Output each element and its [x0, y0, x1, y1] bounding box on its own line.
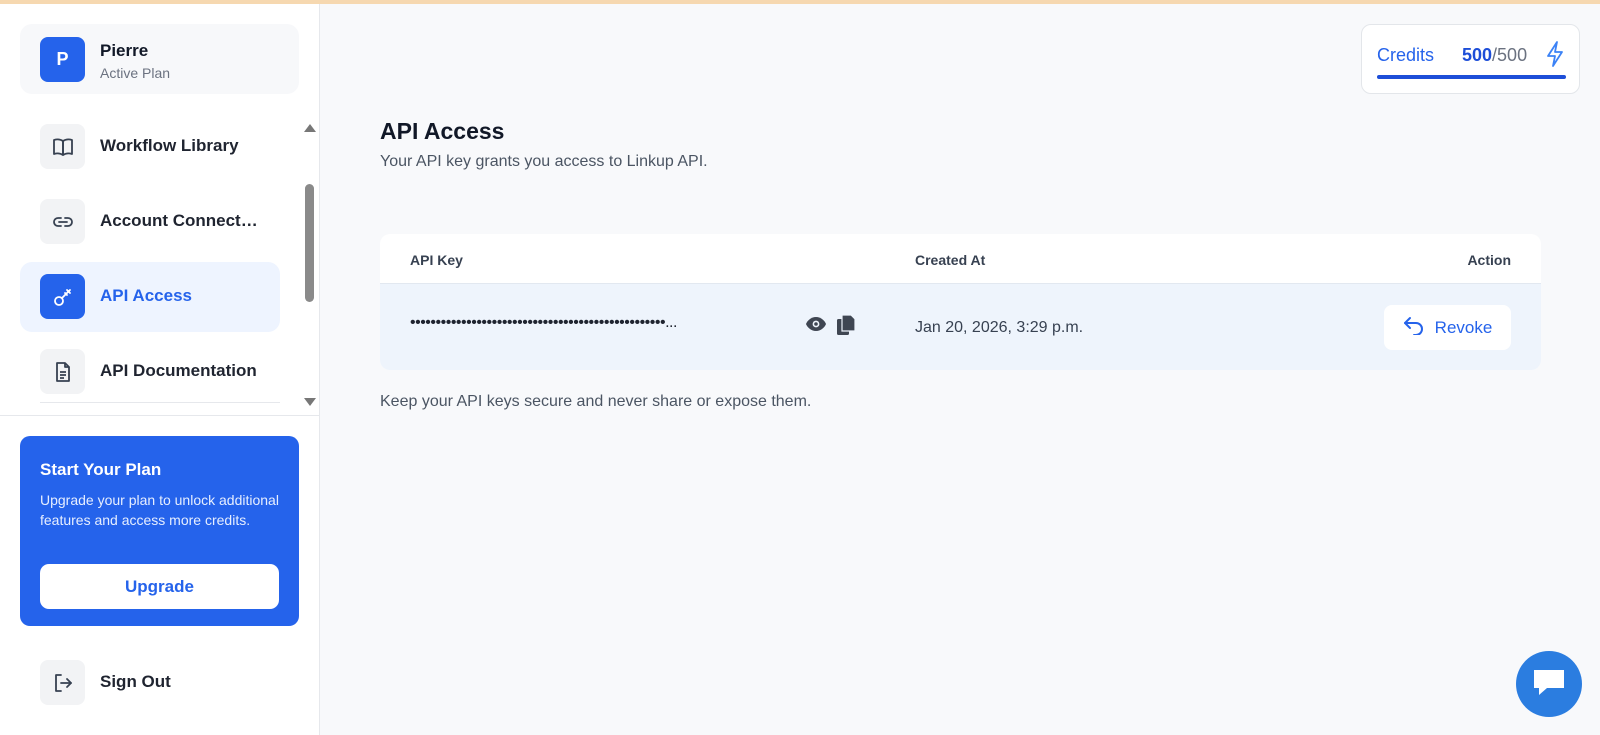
credits-widget[interactable]: Credits 500/500 [1361, 24, 1580, 94]
sidebar-item-label: API Documentation [100, 361, 257, 380]
credits-value: 500/500 [1462, 45, 1528, 65]
column-header-action: Action [1467, 252, 1511, 268]
eye-icon[interactable] [805, 316, 827, 337]
book-icon [40, 124, 85, 169]
scroll-up-arrow-icon[interactable] [304, 124, 316, 132]
credits-progress-fill [1377, 75, 1566, 79]
scrollbar-thumb[interactable] [305, 184, 314, 302]
lightning-icon [1545, 40, 1565, 73]
sidebar-item-account-connections[interactable]: Account Connections [20, 187, 280, 257]
sidebar-item-label: API Access [100, 286, 192, 305]
api-keys-table: API Key Created At Action ••••••••••••••… [380, 234, 1541, 370]
sidebar-nav: Workflow Library Account Connections API… [0, 110, 320, 412]
user-name: Pierre [100, 41, 149, 60]
copy-icon[interactable] [836, 314, 856, 341]
plan-description: Upgrade your plan to unlock additional f… [40, 492, 279, 528]
chat-widget-button[interactable] [1516, 651, 1582, 717]
revoke-label: Revoke [1434, 317, 1493, 337]
sign-out-button[interactable]: Sign Out [20, 648, 280, 718]
page-subtitle: Your API key grants you access to Linkup… [380, 153, 708, 170]
sidebar-item-api-access[interactable]: API Access [20, 262, 280, 332]
undo-arrow-icon [1403, 315, 1425, 340]
page-title: API Access [380, 118, 505, 144]
sidebar-separator [0, 415, 320, 416]
api-key-masked: ••••••••••••••••••••••••••••••••••••••••… [410, 314, 677, 331]
upgrade-button[interactable]: Upgrade [40, 564, 279, 609]
sign-out-label: Sign Out [100, 672, 171, 691]
created-at-value: Jan 20, 2026, 3:29 p.m. [915, 319, 1084, 336]
sidebar-item-label: Account Connections [100, 211, 260, 230]
credits-label: Credits [1377, 45, 1435, 65]
credits-progress-bar [1377, 75, 1566, 79]
sidebar-item-workflow-library[interactable]: Workflow Library [20, 112, 280, 182]
sidebar: P Pierre Active Plan Workflow Library Ac… [0, 4, 320, 735]
document-icon [40, 349, 85, 394]
sidebar-scrollbar[interactable] [302, 122, 316, 412]
scroll-down-arrow-icon[interactable] [304, 398, 316, 406]
chat-icon [1531, 666, 1567, 703]
user-card[interactable]: P Pierre Active Plan [20, 24, 299, 94]
sidebar-item-api-documentation[interactable]: API Documentation [20, 337, 280, 407]
user-plan: Active Plan [100, 65, 171, 81]
column-header-api-key: API Key [410, 252, 463, 268]
sidebar-item-label: Workflow Library [100, 136, 239, 155]
table-row: ••••••••••••••••••••••••••••••••••••••••… [380, 283, 1541, 370]
avatar: P [40, 37, 85, 82]
plan-card: Start Your Plan Upgrade your plan to unl… [20, 436, 299, 626]
key-icon [40, 274, 85, 319]
security-note: Keep your API keys secure and never shar… [380, 393, 812, 410]
column-header-created-at: Created At [915, 252, 986, 268]
sign-out-icon [40, 660, 85, 705]
link-icon [40, 199, 85, 244]
revoke-button[interactable]: Revoke [1384, 305, 1511, 350]
nav-divider [40, 402, 280, 403]
plan-title: Start Your Plan [40, 460, 162, 479]
